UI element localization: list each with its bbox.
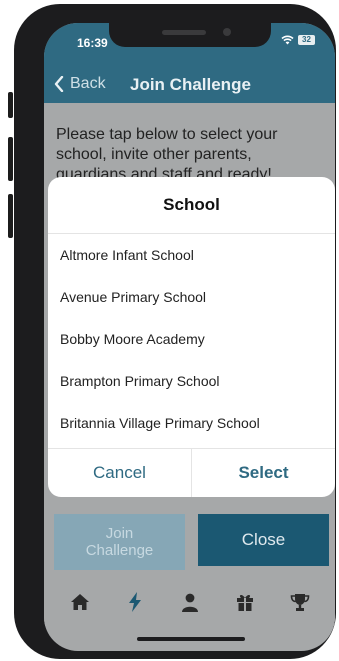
battery-icon: 32 (298, 35, 315, 45)
join-challenge-label: Join Challenge (85, 525, 154, 559)
home-icon (70, 594, 89, 610)
cancel-button[interactable]: Cancel (48, 449, 191, 497)
close-button[interactable]: Close (198, 514, 329, 566)
phone-volume-down-button (8, 194, 13, 238)
page-title: Join Challenge (130, 75, 251, 94)
picker-actions: Cancel Select (48, 448, 335, 497)
notch (109, 23, 271, 47)
tab-leaderboard[interactable] (285, 587, 315, 617)
instructions-text: Please tap below to select your school, … (56, 126, 278, 183)
lightning-icon (128, 592, 141, 612)
school-option[interactable]: Avenue Primary School (48, 276, 335, 318)
school-option[interactable]: Altmore Infant School (48, 234, 335, 276)
tab-rewards[interactable] (230, 587, 260, 617)
trophy-icon (290, 593, 309, 611)
back-label: Back (70, 75, 106, 92)
status-icons: 32 (281, 35, 315, 45)
navigation-bar: Back Join Challenge (44, 67, 335, 103)
home-indicator (137, 637, 245, 641)
tab-challenges[interactable] (120, 587, 150, 617)
school-option[interactable]: Brampton Primary School (48, 360, 335, 402)
picker-title: School (48, 177, 335, 234)
status-time: 16:39 (77, 36, 108, 50)
person-icon (181, 593, 198, 612)
school-picker-modal: School Altmore Infant School Avenue Prim… (48, 177, 335, 497)
screen: 16:39 32 Back Join Challenge Please tap … (44, 23, 335, 651)
gift-icon (236, 594, 253, 611)
speaker-grille (162, 30, 206, 35)
select-button[interactable]: Select (191, 449, 335, 497)
tab-bar (44, 578, 335, 626)
phone-volume-up-button (8, 137, 13, 181)
wifi-icon (281, 35, 294, 45)
front-camera (223, 28, 231, 36)
close-label: Close (241, 530, 286, 549)
join-challenge-button[interactable]: Join Challenge (54, 514, 185, 570)
school-option[interactable]: Bobby Moore Academy (48, 318, 335, 360)
phone-side-button (8, 92, 13, 118)
school-option[interactable]: Britannia Village Primary School (48, 402, 335, 444)
back-button[interactable]: Back (54, 75, 106, 93)
tab-profile[interactable] (175, 587, 205, 617)
chevron-left-icon (54, 76, 64, 92)
phone-frame: 16:39 32 Back Join Challenge Please tap … (14, 4, 336, 659)
tab-home[interactable] (65, 587, 95, 617)
